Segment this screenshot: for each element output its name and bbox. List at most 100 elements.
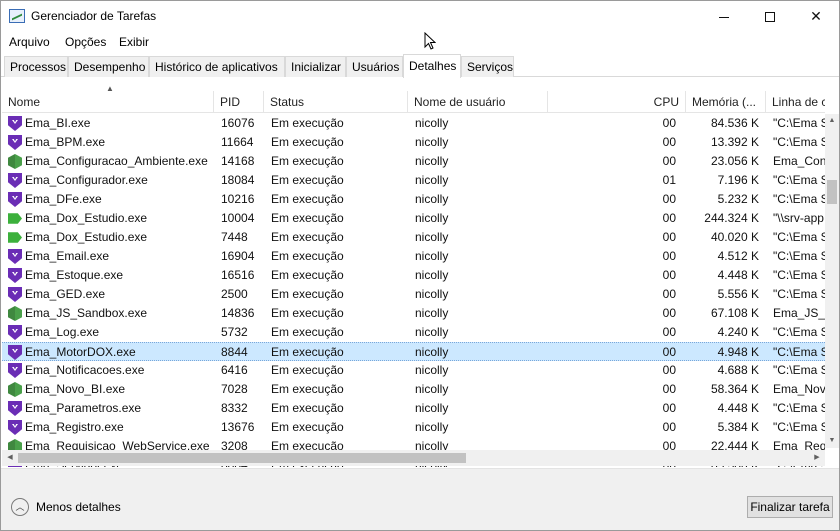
process-pid: 11664 [221,135,254,149]
tag-icon [8,232,22,243]
process-memory: 13.392 K [710,135,759,149]
horizontal-scroll-thumb[interactable] [18,453,466,463]
column-header-user[interactable]: Nome de usuário [408,91,548,113]
process-command-line: "C:\Ema S [773,116,825,130]
column-header-memory[interactable]: Memória (... [686,91,766,113]
process-list: Ema_BI.exe 16076 Em execução nicolly 00 84.53… [2,114,825,467]
process-status: Em execução [271,154,344,168]
process-command-line: "C:\Ema S [773,287,825,301]
process-pid: 8332 [221,401,248,415]
column-header-row: Nome PID Status Nome de usuário CPU Memó… [2,91,825,113]
process-user: nicolly [415,154,449,168]
table-row[interactable]: Ema_Novo_BI.exe 7028 Em execução nicolly 00 5… [2,380,825,399]
process-pid: 6416 [221,363,248,377]
process-status: Em execução [271,211,344,225]
table-row[interactable]: Ema_BPM.exe 11664 Em execução nicolly 00 13.3… [2,133,825,152]
tab-usuarios[interactable]: Usuários [346,56,403,77]
process-cpu: 00 [662,230,676,244]
table-row[interactable]: Ema_Parametros.exe 8332 Em execução nicolly… [2,399,825,418]
process-command-line: "C:\Ema S [773,249,825,263]
minimize-icon [719,16,729,18]
process-name: Ema_JS_Sandbox.exe [25,306,148,320]
title-bar[interactable]: Gerenciador de Tarefas ✕ [1,1,839,32]
table-row[interactable]: Ema_Dox_Estudio.exe 7448 Em execução nicoll… [2,228,825,247]
menu-exibir[interactable]: Exibir [119,35,149,49]
scroll-up-icon[interactable]: ▲ [825,114,839,128]
process-pid: 14836 [221,306,255,320]
process-name: Ema_Log.exe [25,325,100,339]
table-row[interactable]: Ema_MotorDOX.exe 8844 Em execução nicolly 00… [2,342,825,361]
tab-processos[interactable]: Processos [4,56,68,77]
table-row[interactable]: Ema_GED.exe 2500 Em execução nicolly 00 5.556… [2,285,825,304]
menu-arquivo[interactable]: Arquivo [9,35,50,49]
process-pid: 16904 [221,249,255,263]
vertical-scrollbar[interactable]: ▲ ▼ [825,114,839,448]
process-pid: 16076 [221,116,255,130]
process-name: Ema_Dox_Estudio.exe [25,211,148,225]
process-name: Ema_Configuracao_Ambiente.exe [25,154,208,168]
scroll-left-icon[interactable]: ◀ [2,450,18,466]
process-memory: 4.512 K [717,249,759,263]
close-icon: ✕ [810,8,822,24]
table-row[interactable]: Ema_Registro.exe 13676 Em execução nicolly 0… [2,418,825,437]
scroll-right-icon[interactable]: ▶ [809,450,825,466]
column-header-command-line[interactable]: Linha de c [766,91,825,113]
close-button[interactable]: ✕ [793,1,839,32]
table-row[interactable]: Ema_Estoque.exe 16516 Em execução nicolly 00… [2,266,825,285]
table-row[interactable]: Ema_Email.exe 16904 Em execução nicolly 00 4.… [2,247,825,266]
shield-icon [8,116,22,131]
process-name: Ema_Registro.exe [25,420,124,434]
column-header-pid[interactable]: PID [214,91,264,113]
table-row[interactable]: Ema_Notificacoes.exe 6416 Em execução nicol… [2,361,825,380]
process-cpu: 00 [662,345,676,359]
process-name: Ema_BI.exe [25,116,91,130]
process-pid: 5732 [221,325,248,339]
table-row[interactable]: Ema_Configurador.exe 18084 Em execução nico… [2,171,825,190]
chevron-up-icon[interactable]: ︿ [11,498,29,516]
vertical-scroll-thumb[interactable] [827,180,837,204]
process-pid: 13676 [221,420,255,434]
menu-opcoes[interactable]: Opções [65,35,106,49]
maximize-button[interactable] [747,1,793,32]
mouse-cursor-icon [424,32,436,50]
process-command-line: "C:\Ema S [773,363,825,377]
process-memory: 23.056 K [710,154,759,168]
table-row[interactable]: Ema_DFe.exe 10216 Em execução nicolly 00 5.23… [2,190,825,209]
table-row[interactable]: Ema_Configuracao_Ambiente.exe 14168 Em exe… [2,152,825,171]
minimize-button[interactable] [701,1,747,32]
process-user: nicolly [415,401,449,415]
horizontal-scrollbar[interactable]: ◀ ▶ [2,450,825,466]
process-command-line: "C:\Ema S [773,192,825,206]
process-command-line: "C:\Ema S [773,325,825,339]
process-pid: 2500 [221,287,248,301]
tab-historico-aplicativos[interactable]: Histórico de aplicativos [149,56,285,77]
table-row[interactable]: Ema_JS_Sandbox.exe 14836 Em execução nicoll… [2,304,825,323]
table-row[interactable]: Ema_BI.exe 16076 Em execução nicolly 00 84.53… [2,114,825,133]
process-cpu: 00 [662,401,676,415]
table-row[interactable]: Ema_Log.exe 5732 Em execução nicolly 00 4.240… [2,323,825,342]
process-command-line: "C:\Ema S [773,420,825,434]
process-status: Em execução [271,420,344,434]
column-header-cpu[interactable]: CPU [548,91,686,113]
process-status: Em execução [271,325,344,339]
process-user: nicolly [415,363,449,377]
tab-inicializar[interactable]: Inicializar [285,56,346,77]
process-memory: 4.688 K [717,363,759,377]
tab-detalhes[interactable]: Detalhes [403,54,461,78]
tab-desempenho[interactable]: Desempenho [68,56,149,77]
process-name: Ema_MotorDOX.exe [25,345,136,359]
scroll-down-icon[interactable]: ▼ [825,434,839,448]
fewer-details-link[interactable]: Menos detalhes [36,500,121,514]
tab-servicos[interactable]: Serviços [461,56,514,77]
shield-icon [8,420,22,435]
end-task-button[interactable]: Finalizar tarefa [747,496,833,518]
process-memory: 4.448 K [717,401,759,415]
process-status: Em execução [271,173,344,187]
process-name: Ema_GED.exe [25,287,106,301]
process-status: Em execução [271,363,344,377]
process-cpu: 00 [662,363,676,377]
column-header-status[interactable]: Status [264,91,408,113]
column-header-name[interactable]: Nome [2,91,214,113]
process-memory: 7.196 K [717,173,759,187]
table-row[interactable]: Ema_Dox_Estudio.exe 10004 Em execução nicol… [2,209,825,228]
